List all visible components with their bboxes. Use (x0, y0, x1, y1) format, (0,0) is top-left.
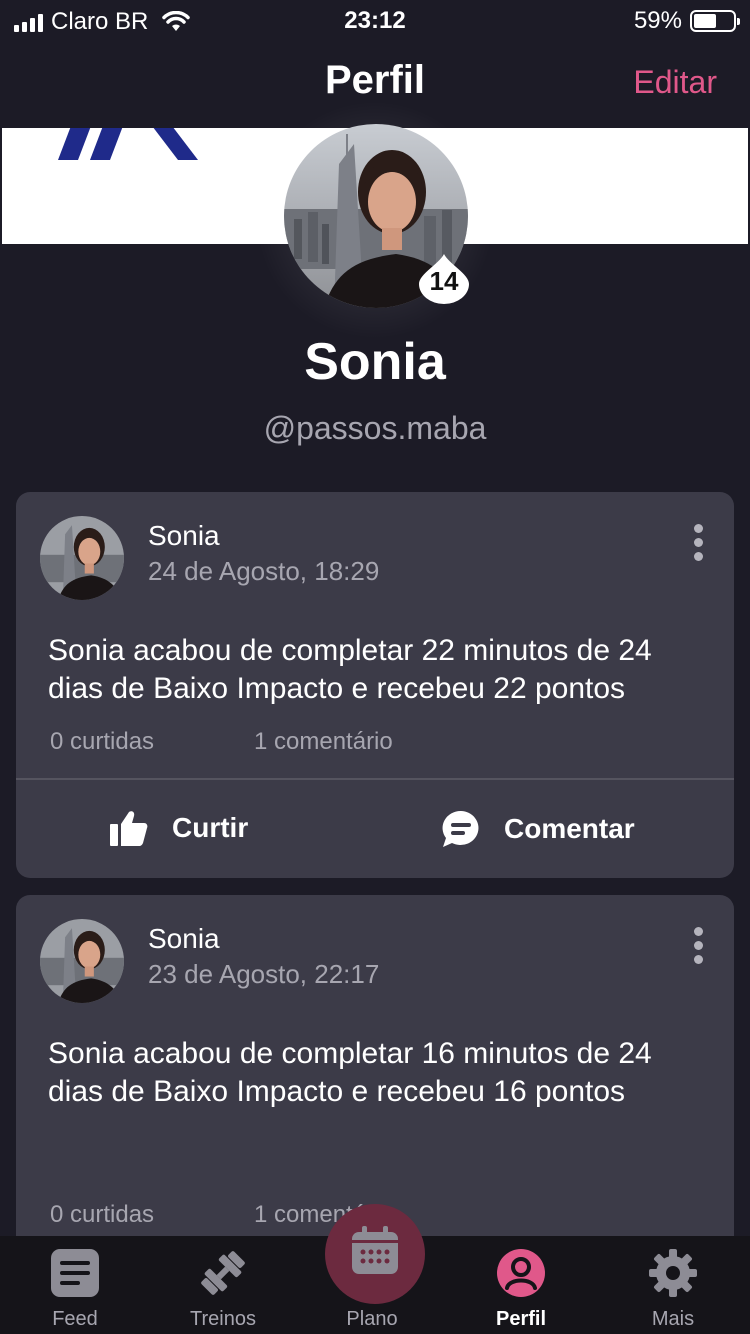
post-text: Sonia acabou de completar 16 minutos de … (48, 1037, 652, 1108)
tab-mais[interactable]: Mais (598, 1236, 748, 1334)
likes-count[interactable]: 0 curtidas (50, 1201, 154, 1229)
plan-button[interactable] (325, 1204, 425, 1304)
likes-count[interactable]: 0 curtidas (50, 728, 154, 756)
like-button[interactable]: Curtir (110, 810, 248, 846)
post-card: Sonia 24 de Agosto, 18:29 Sonia acabou d… (16, 492, 734, 878)
dumbbell-icon (201, 1251, 245, 1295)
battery-percent: 59% (633, 7, 682, 34)
comments-count[interactable]: 1 comentário (254, 728, 393, 756)
tab-label: Mais (651, 1308, 695, 1330)
calendar-icon (352, 1226, 398, 1274)
battery-icon (690, 10, 740, 32)
post-card: Sonia 23 de Agosto, 22:17 Sonia acabou d… (16, 895, 734, 1255)
status-bar: Claro BR 23:12 59% (0, 0, 750, 40)
post-author-avatar[interactable] (40, 516, 124, 600)
status-right: 59% (633, 7, 740, 35)
comment-button[interactable]: Comentar (442, 810, 635, 848)
battery-fill (694, 14, 717, 28)
post-date: 23 de Agosto, 22:17 (148, 959, 380, 989)
divider (16, 778, 734, 780)
thumbs-up-icon (110, 811, 148, 846)
post-author[interactable]: Sonia (148, 520, 220, 552)
user-icon (497, 1249, 545, 1297)
carrier-name: Claro BR (51, 8, 149, 35)
comment-icon (442, 810, 479, 847)
gear-icon (649, 1249, 697, 1297)
brand-logo-fragment (58, 128, 198, 160)
signal-icon (14, 12, 43, 32)
tab-feed[interactable]: Feed (0, 1236, 150, 1334)
profile-name: Sonia (304, 333, 446, 391)
post-text: Sonia acabou de completar 22 minutos de … (48, 634, 652, 705)
tab-label: Feed (52, 1308, 98, 1330)
comment-label: Comentar (504, 813, 635, 844)
tab-label: Plano (346, 1308, 398, 1330)
more-options-icon[interactable] (686, 524, 710, 564)
feed-icon (51, 1249, 99, 1297)
status-left: Claro BR (14, 8, 191, 36)
tab-treinos[interactable]: Treinos (148, 1236, 298, 1334)
profile-handle: @passos.maba (263, 410, 487, 446)
level-badge: 14 (419, 254, 469, 304)
tab-label: Perfil (495, 1308, 547, 1330)
more-options-icon[interactable] (686, 927, 710, 967)
like-label: Curtir (172, 812, 249, 843)
post-author-avatar[interactable] (40, 919, 124, 1003)
wifi-icon (162, 11, 191, 31)
tab-label: Treinos (190, 1308, 256, 1330)
edit-button[interactable]: Editar (633, 64, 717, 101)
level-number: 14 (429, 266, 459, 296)
post-author[interactable]: Sonia (148, 923, 220, 955)
post-date: 24 de Agosto, 18:29 (148, 556, 380, 586)
tab-perfil[interactable]: Perfil (446, 1236, 596, 1334)
